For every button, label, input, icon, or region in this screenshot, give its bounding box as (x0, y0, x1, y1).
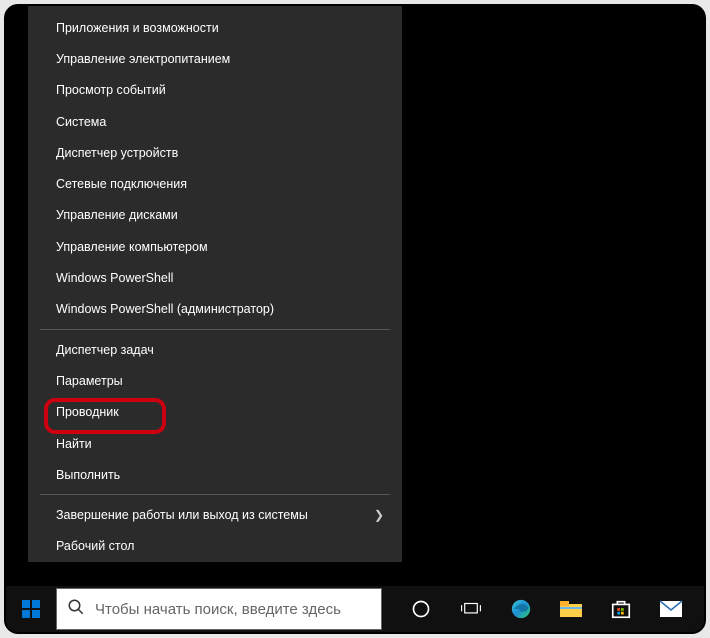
menu-separator (40, 494, 390, 495)
file-explorer-button[interactable] (546, 586, 596, 632)
menu-item-label: Приложения и возможности (56, 21, 219, 35)
menu-item-label: Параметры (56, 374, 123, 388)
menu-separator (40, 329, 390, 330)
menu-item-run[interactable]: Выполнить (28, 459, 402, 490)
edge-icon (510, 598, 532, 620)
start-button[interactable] (6, 586, 56, 632)
menu-item-label: Диспетчер устройств (56, 146, 178, 160)
menu-item-label: Проводник (56, 405, 119, 419)
menu-item-label: Windows PowerShell (администратор) (56, 302, 274, 316)
menu-item-disk-management[interactable]: Управление дисками (28, 200, 402, 231)
menu-item-label: Система (56, 115, 106, 129)
task-view-icon (460, 600, 482, 618)
menu-item-computer-management[interactable]: Управление компьютером (28, 231, 402, 262)
menu-item-powershell-admin[interactable]: Windows PowerShell (администратор) (28, 294, 402, 325)
search-input[interactable] (95, 601, 371, 618)
menu-item-device-manager[interactable]: Диспетчер устройств (28, 137, 402, 168)
menu-item-settings[interactable]: Параметры (28, 365, 402, 396)
menu-item-power-options[interactable]: Управление электропитанием (28, 43, 402, 74)
cortana-icon (411, 599, 431, 619)
menu-item-label: Завершение работы или выход из системы (56, 508, 308, 522)
menu-item-network-connections[interactable]: Сетевые подключения (28, 168, 402, 199)
edge-button[interactable] (496, 586, 546, 632)
taskbar (6, 586, 704, 632)
menu-item-label: Управление электропитанием (56, 52, 230, 66)
menu-item-label: Управление компьютером (56, 240, 208, 254)
menu-item-desktop[interactable]: Рабочий стол (28, 531, 402, 562)
menu-item-label: Управление дисками (56, 208, 178, 222)
cortana-button[interactable] (396, 586, 446, 632)
menu-item-file-explorer[interactable]: Проводник (28, 397, 402, 428)
menu-item-system[interactable]: Система (28, 106, 402, 137)
taskbar-search-box[interactable] (56, 588, 382, 630)
chevron-right-icon: ❯ (374, 508, 384, 522)
menu-item-label: Выполнить (56, 468, 120, 482)
store-icon (610, 598, 632, 620)
menu-item-label: Windows PowerShell (56, 271, 173, 285)
menu-item-search[interactable]: Найти (28, 428, 402, 459)
menu-item-label: Просмотр событий (56, 83, 166, 97)
microsoft-store-button[interactable] (596, 586, 646, 632)
taskbar-icon-row (396, 586, 696, 632)
menu-item-task-manager[interactable]: Диспетчер задач (28, 334, 402, 365)
screenshot-frame: Приложения и возможности Управление элек… (4, 4, 706, 634)
menu-item-apps-features[interactable]: Приложения и возможности (28, 12, 402, 43)
folder-icon (559, 599, 583, 619)
menu-item-label: Найти (56, 437, 92, 451)
winx-context-menu: Приложения и возможности Управление элек… (28, 6, 402, 562)
menu-item-label: Диспетчер задач (56, 343, 154, 357)
search-icon (67, 598, 85, 621)
menu-item-label: Сетевые подключения (56, 177, 187, 191)
windows-logo-icon (22, 600, 40, 618)
mail-icon (659, 600, 683, 618)
menu-item-powershell[interactable]: Windows PowerShell (28, 262, 402, 293)
task-view-button[interactable] (446, 586, 496, 632)
menu-item-shutdown-signout[interactable]: Завершение работы или выход из системы ❯ (28, 499, 402, 530)
menu-item-label: Рабочий стол (56, 539, 134, 553)
menu-item-event-viewer[interactable]: Просмотр событий (28, 75, 402, 106)
mail-button[interactable] (646, 586, 696, 632)
